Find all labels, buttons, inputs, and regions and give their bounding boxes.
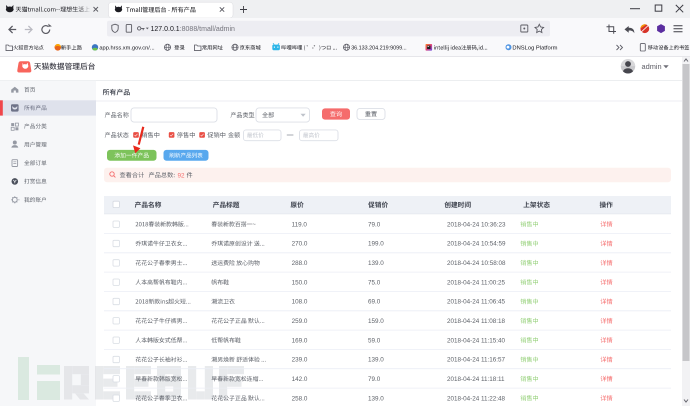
svg-text:159.0: 159.0 xyxy=(368,318,384,325)
svg-text:169.0: 169.0 xyxy=(292,337,308,344)
svg-text:139.0: 139.0 xyxy=(368,260,384,267)
svg-text:2018-04-24 11:16:57: 2018-04-24 11:16:57 xyxy=(447,357,506,364)
svg-text:79.0: 79.0 xyxy=(368,376,381,383)
svg-text:288.0: 288.0 xyxy=(292,260,308,267)
svg-text:270.0: 270.0 xyxy=(292,241,308,248)
svg-text:2018-04-24 10:36:23: 2018-04-24 10:36:23 xyxy=(447,221,506,228)
svg-text:2018-04-24 11:22:48: 2018-04-24 11:22:48 xyxy=(447,395,506,402)
svg-text:2018-04-24 11:08:18: 2018-04-24 11:08:18 xyxy=(447,318,506,325)
svg-text:142.0: 142.0 xyxy=(292,376,308,383)
svg-text:admin: admin xyxy=(642,62,662,71)
svg-text:2018-04-24 11:00:25: 2018-04-24 11:00:25 xyxy=(447,279,506,286)
svg-text:150.0: 150.0 xyxy=(292,279,308,286)
svg-text:2018-04-24 11:06:45: 2018-04-24 11:06:45 xyxy=(447,299,506,306)
svg-text:75.0: 75.0 xyxy=(368,279,381,286)
svg-text:92: 92 xyxy=(178,172,186,179)
svg-text:127.0.0.1:8088/tmall/admin: 127.0.0.1:8088/tmall/admin xyxy=(151,26,236,33)
svg-text:119.0: 119.0 xyxy=(292,221,308,228)
svg-text:258.0: 258.0 xyxy=(292,395,308,402)
svg-text:2018-04-24 11:15:40: 2018-04-24 11:15:40 xyxy=(447,337,506,344)
svg-text:2018-04-24 10:58:08: 2018-04-24 10:58:08 xyxy=(447,260,506,267)
svg-text:199.0: 199.0 xyxy=(368,241,384,248)
svg-text:259.0: 259.0 xyxy=(292,318,308,325)
svg-text:2018-04-24 11:18:11: 2018-04-24 11:18:11 xyxy=(447,376,505,383)
svg-text:139.0: 139.0 xyxy=(368,395,384,402)
svg-text:108.0: 108.0 xyxy=(292,299,308,306)
svg-text:app.hrss.xm.gov.cn/...: app.hrss.xm.gov.cn/... xyxy=(99,46,155,52)
svg-text:79.0: 79.0 xyxy=(368,221,381,228)
svg-text:139.0: 139.0 xyxy=(368,357,384,364)
svg-text:59.0: 59.0 xyxy=(368,337,381,344)
svg-text:2018-04-24 10:54:59: 2018-04-24 10:54:59 xyxy=(447,241,506,248)
svg-text:36.133.204.219:9099...: 36.133.204.219:9099... xyxy=(351,46,406,52)
svg-text:239.0: 239.0 xyxy=(292,357,308,364)
svg-text:69.0: 69.0 xyxy=(368,299,381,306)
svg-text:DNSLog Platform: DNSLog Platform xyxy=(512,46,557,52)
